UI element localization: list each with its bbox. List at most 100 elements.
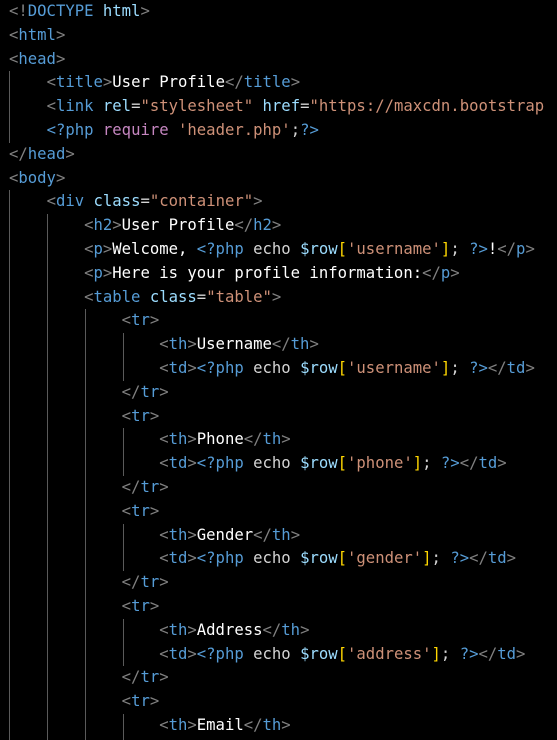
code-token: </ xyxy=(478,644,498,663)
code-token: require xyxy=(102,121,169,139)
code-token: class xyxy=(149,287,197,306)
code-token: title xyxy=(243,73,291,92)
code-token: th xyxy=(168,525,188,544)
code-line: <html> xyxy=(9,24,65,48)
code-token: ; xyxy=(440,644,460,663)
code-token: ?> xyxy=(459,644,479,663)
code-token: "table" xyxy=(206,287,272,306)
code-token: </ xyxy=(253,525,272,544)
code-token: td xyxy=(168,644,188,663)
code-token: > xyxy=(187,430,197,449)
code-token: tr xyxy=(131,311,150,330)
code-token: body xyxy=(18,168,56,187)
code-token: < xyxy=(46,73,56,92)
code-token: <?php xyxy=(196,240,244,258)
code-line: <p>Welcome, <?php echo $row['username'];… xyxy=(9,238,535,262)
code-line: <h2>User Profile</h2> xyxy=(9,214,281,238)
code-token: > xyxy=(102,263,113,282)
code-token: </ xyxy=(243,430,263,449)
code-token: echo xyxy=(243,644,301,663)
code-token: echo xyxy=(253,240,291,258)
code-token: tr xyxy=(140,478,160,496)
code-token: > xyxy=(159,382,169,401)
code-token: = xyxy=(196,287,207,306)
code-token: Email xyxy=(196,716,244,734)
code-token: tr xyxy=(131,692,150,711)
code-token: th xyxy=(168,430,188,449)
code-token: > xyxy=(290,73,301,92)
code-token: < xyxy=(84,263,94,282)
code-token: < xyxy=(9,49,19,68)
code-line: <body> xyxy=(9,167,65,191)
code-token: <?php xyxy=(196,644,244,663)
code-token: td xyxy=(478,454,498,473)
code-token: Welcome, xyxy=(112,240,197,258)
code-token: Address xyxy=(196,620,263,639)
code-line: <tr> xyxy=(9,595,160,619)
code-line: <p>Here is your profile information:</p> xyxy=(9,262,460,286)
code-token: = xyxy=(140,192,150,211)
code-token: > xyxy=(281,716,291,734)
code-token: title xyxy=(55,73,103,92)
code-token: ! xyxy=(487,240,498,258)
code-line: <td><?php echo $row['address']; ?></td> xyxy=(9,643,525,667)
code-token: 'username' xyxy=(347,240,441,258)
code-token: ] xyxy=(431,644,441,663)
code-token: < xyxy=(9,25,19,44)
code-token: td xyxy=(168,454,188,473)
code-token: </ xyxy=(9,144,28,163)
code-token: </ xyxy=(459,454,479,473)
code-token: > xyxy=(102,73,113,92)
code-token: </ xyxy=(224,73,244,92)
code-token: tr xyxy=(131,597,150,615)
code-line: <th>Username</th> xyxy=(9,333,319,357)
code-line: <?php require 'header.php';?> xyxy=(9,119,319,143)
code-token: th xyxy=(262,716,282,734)
code-token: $row xyxy=(300,644,338,663)
code-token: 'phone' xyxy=(347,454,413,473)
code-token: ; xyxy=(290,121,301,139)
code-token: < xyxy=(159,644,169,663)
code-token: > xyxy=(253,192,263,211)
code-token: Username xyxy=(196,335,272,354)
code-token: <?php xyxy=(196,549,244,568)
code-line: <link rel="stylesheet" href="https://max… xyxy=(9,95,545,119)
code-token: > xyxy=(271,216,282,235)
code-token: > xyxy=(149,597,160,615)
code-token: </ xyxy=(121,382,141,401)
code-token: <?php xyxy=(196,454,244,473)
code-token: > xyxy=(149,501,160,520)
code-token: ?> xyxy=(300,121,319,139)
code-token: "https://maxcdn.bootstrap xyxy=(309,97,545,116)
code-token: 'username' xyxy=(347,359,441,377)
code-editor[interactable]: <!DOCTYPE html> <html> <head> <title>User … xyxy=(0,0,557,740)
code-token: Gender xyxy=(196,525,254,544)
code-token: < xyxy=(159,359,169,377)
code-token: </ xyxy=(422,263,441,282)
code-token: div xyxy=(55,192,85,211)
code-line: </tr> xyxy=(9,476,169,500)
code-token: h2 xyxy=(253,216,272,235)
code-token: <?php xyxy=(46,121,94,139)
code-token: </ xyxy=(121,478,141,496)
code-token: class xyxy=(93,192,141,211)
code-token: $row xyxy=(300,359,338,377)
code-token: > xyxy=(309,335,319,354)
code-line: <th>Email</th> xyxy=(9,714,291,738)
code-token: > xyxy=(149,311,160,330)
code-token: $row xyxy=(300,454,338,473)
code-token: < xyxy=(121,501,132,520)
code-token: > xyxy=(149,692,160,711)
code-token: tr xyxy=(131,501,150,520)
code-token: > xyxy=(525,359,535,377)
code-token: ] xyxy=(440,240,451,258)
code-line: <title>User Profile</title> xyxy=(9,71,301,95)
